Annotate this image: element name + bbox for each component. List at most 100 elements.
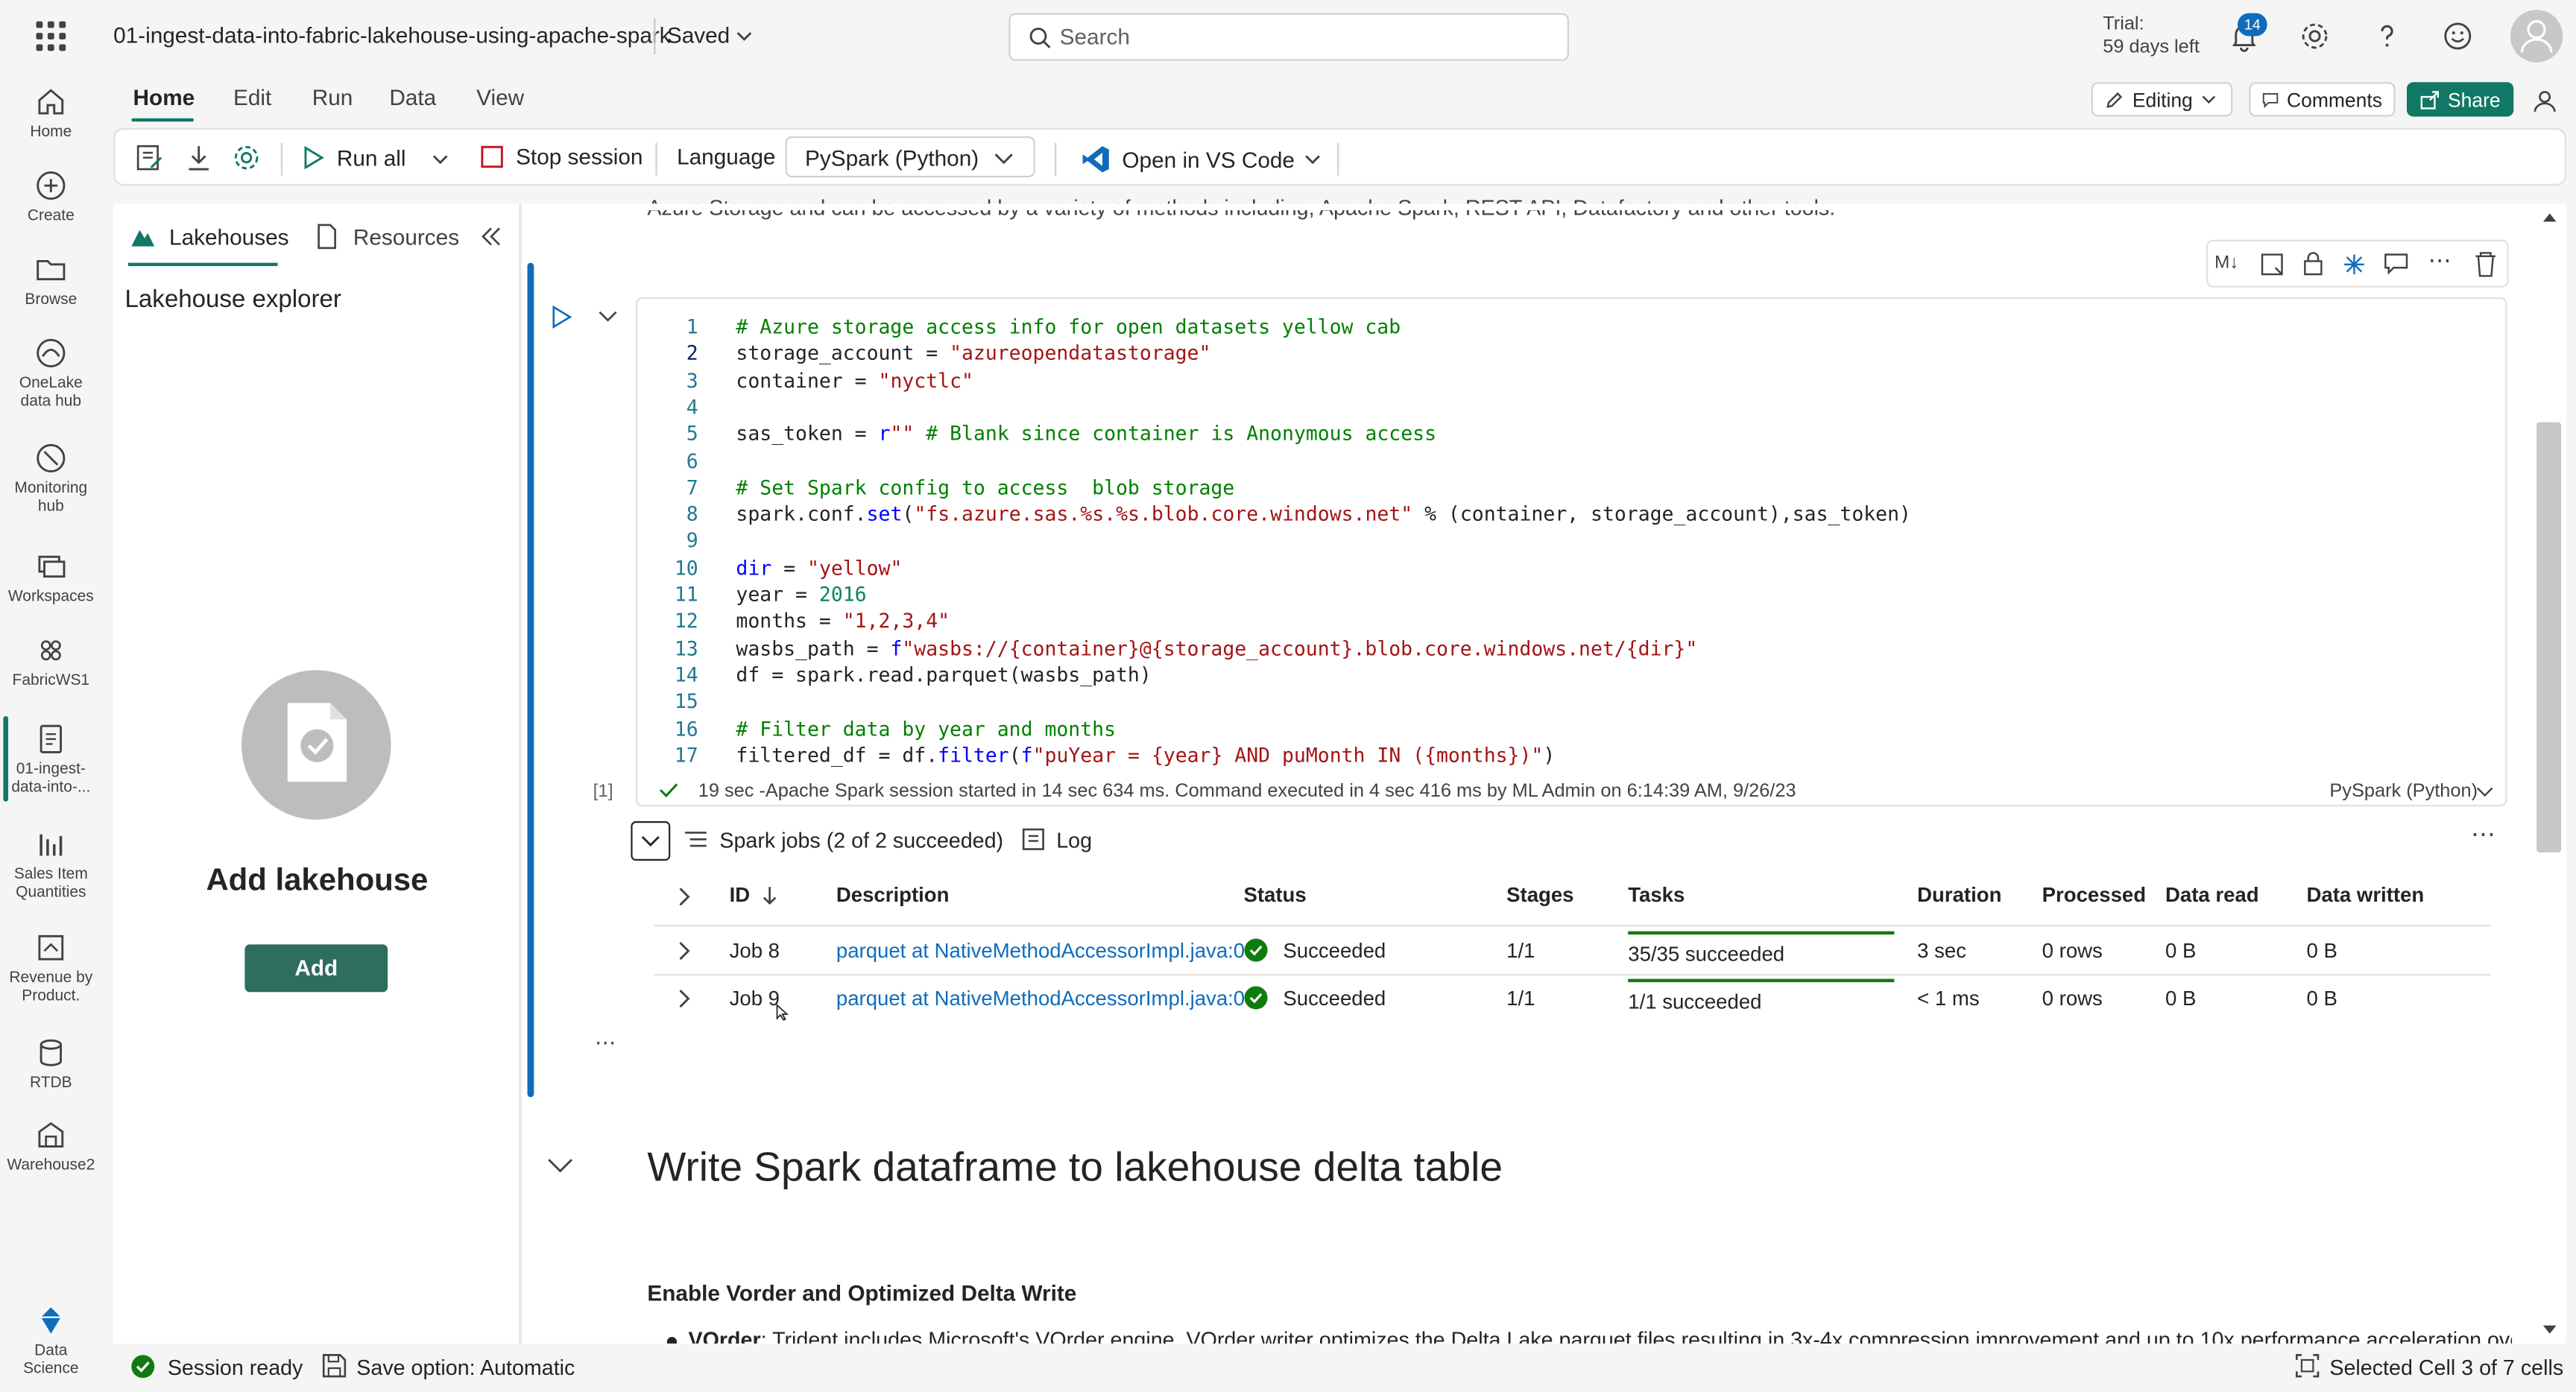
save-option[interactable]: Save option: Automatic: [356, 1355, 575, 1379]
tab-home[interactable]: Home: [133, 86, 195, 110]
comment-icon[interactable]: [2384, 253, 2408, 276]
gear-icon[interactable]: [232, 143, 262, 173]
line-number: 13: [674, 636, 698, 660]
feedback-smiley-icon[interactable]: [2441, 19, 2474, 52]
rail-item-fabricws1[interactable]: FabricWS1: [0, 634, 102, 690]
column-id[interactable]: ID: [730, 884, 751, 907]
log-tab[interactable]: Log: [1056, 828, 1092, 852]
more-options-icon[interactable]: ⋯: [2471, 820, 2496, 849]
people-icon[interactable]: [2530, 83, 2563, 116]
spark-jobs-tab[interactable]: Spark jobs (2 of 2 succeeded): [719, 828, 1003, 852]
code-line[interactable]: storage_account = "azureopendatastorage": [736, 342, 1210, 365]
chevron-right-icon[interactable]: [675, 887, 692, 906]
rail-item-sales-item[interactable]: Sales Item Quantities: [0, 828, 102, 902]
scroll-up-arrow-icon[interactable]: [2542, 212, 2558, 223]
code-line[interactable]: df = spark.read.parquet(wasbs_path): [736, 663, 1151, 686]
tab-data[interactable]: Data: [389, 86, 436, 110]
session-status[interactable]: Session ready: [168, 1355, 303, 1379]
download-icon[interactable]: [184, 143, 214, 173]
code-line[interactable]: months = "1,2,3,4": [736, 610, 950, 633]
job-description-link[interactable]: parquet at NativeMethodAccessorImpl.java…: [836, 987, 1245, 1010]
code-line[interactable]: spark.conf.set("fs.azure.sas.%s.%s.blob.…: [736, 503, 1911, 526]
more-options-icon[interactable]: ⋯: [2428, 247, 2452, 274]
line-number: 1: [686, 315, 698, 339]
rail-item-monitoring[interactable]: Monitoring hub: [0, 442, 102, 516]
chevron-right-icon[interactable]: [675, 941, 692, 961]
rail-item-browse[interactable]: Browse: [0, 253, 102, 309]
code-line[interactable]: # Filter data by year and months: [736, 717, 1116, 740]
gear-icon[interactable]: [2299, 19, 2332, 52]
comment-cell-icon[interactable]: [2261, 253, 2284, 276]
run-all-button[interactable]: Run all: [303, 145, 405, 171]
tab-view[interactable]: View: [476, 86, 524, 110]
collapse-jobs-button[interactable]: [631, 821, 671, 861]
success-check-icon: [1244, 986, 1268, 1010]
code-line[interactable]: wasbs_path = f"wasbs://{container}@{stor…: [736, 636, 1697, 659]
chevron-down-icon[interactable]: [736, 28, 752, 44]
rail-item-revenue[interactable]: Revenue by Product.: [0, 931, 102, 1005]
rail-item-workspaces[interactable]: Workspaces: [0, 550, 102, 606]
avatar[interactable]: [2510, 10, 2563, 63]
rail-item-onelake[interactable]: OneLake data hub: [0, 337, 102, 411]
rail-item-home[interactable]: Home: [0, 86, 102, 142]
app-launcher-icon[interactable]: [36, 21, 66, 51]
code-line[interactable]: sas_token = r"" # Blank since container …: [736, 423, 1436, 446]
chevron-down-icon[interactable]: [2476, 785, 2494, 800]
scrollbar-thumb[interactable]: [2536, 422, 2562, 852]
table-divider: [654, 924, 2491, 927]
search-input[interactable]: Search: [1008, 13, 1569, 61]
share-button[interactable]: Share: [2406, 82, 2514, 117]
toolbar-divider: [1055, 142, 1057, 176]
language-label: Language: [677, 144, 776, 170]
warehouse-icon: [38, 1121, 64, 1148]
line-number: 9: [686, 529, 698, 553]
run-cell-icon[interactable]: [550, 305, 572, 329]
job-status: Succeeded: [1283, 987, 1386, 1010]
rail-label: Home: [30, 123, 72, 142]
notebook-title[interactable]: 01-ingest-data-into-fabric-lakehouse-usi…: [113, 23, 671, 48]
add-lakehouse-button[interactable]: Add: [244, 944, 388, 993]
code-line[interactable]: year = 2016: [736, 583, 866, 606]
help-icon[interactable]: [2370, 19, 2403, 52]
tab-resources[interactable]: Resources: [353, 225, 459, 250]
job-id: Job 9: [729, 987, 780, 1010]
chevron-right-icon[interactable]: [675, 989, 692, 1008]
tab-lakehouses[interactable]: Lakehouses: [169, 225, 288, 250]
rail-item-notebook[interactable]: 01-ingest- data-into-...: [0, 723, 102, 797]
more-options-icon[interactable]: ⋯: [595, 1030, 616, 1056]
editing-mode-button[interactable]: Editing: [2091, 82, 2233, 117]
freeze-icon[interactable]: [2343, 253, 2366, 276]
search-icon: [1029, 28, 1051, 48]
collapse-panel-icon[interactable]: [482, 227, 501, 246]
convert-markdown-button[interactable]: M↓: [2214, 253, 2238, 272]
code-line[interactable]: container = "nyctlc": [736, 369, 973, 392]
lock-icon[interactable]: [2302, 251, 2325, 276]
language-select[interactable]: PySpark (Python): [785, 136, 1035, 178]
job-description-link[interactable]: parquet at NativeMethodAccessorImpl.java…: [836, 940, 1245, 963]
rail-item-rtdb[interactable]: RTDB: [0, 1037, 102, 1092]
comments-button[interactable]: Comments: [2249, 82, 2396, 117]
delete-icon[interactable]: [2474, 251, 2497, 277]
code-line[interactable]: filtered_df = df.filter(f"puYear = {year…: [736, 744, 1555, 767]
scroll-down-arrow-icon[interactable]: [2542, 1323, 2558, 1335]
code-line[interactable]: # Set Spark config to access blob storag…: [736, 476, 1234, 499]
tab-edit[interactable]: Edit: [233, 86, 271, 110]
notebook-settings-icon[interactable]: [135, 143, 165, 173]
chevron-down-icon[interactable]: [598, 309, 617, 325]
rail-item-data-science[interactable]: Data Science: [0, 1304, 102, 1378]
sort-descending-icon[interactable]: [763, 885, 777, 905]
tab-run[interactable]: Run: [312, 86, 353, 110]
share-label: Share: [2448, 87, 2501, 111]
rail-item-create[interactable]: Create: [0, 169, 102, 225]
toolbar-divider: [1337, 142, 1339, 176]
code-line[interactable]: dir = "yellow": [736, 556, 902, 579]
cell-language[interactable]: PySpark (Python): [2329, 782, 2478, 801]
stop-session-button[interactable]: Stop session: [480, 145, 643, 169]
code-line[interactable]: # Azure storage access info for open dat…: [736, 315, 1401, 338]
chevron-down-icon[interactable]: [547, 1157, 573, 1176]
rail-item-warehouse2[interactable]: Warehouse2: [0, 1119, 102, 1174]
open-vscode-button[interactable]: Open in VS Code: [1081, 145, 1295, 174]
chevron-down-icon[interactable]: [1304, 151, 1321, 168]
save-state[interactable]: Saved: [667, 23, 730, 48]
chevron-down-icon[interactable]: [432, 151, 449, 168]
